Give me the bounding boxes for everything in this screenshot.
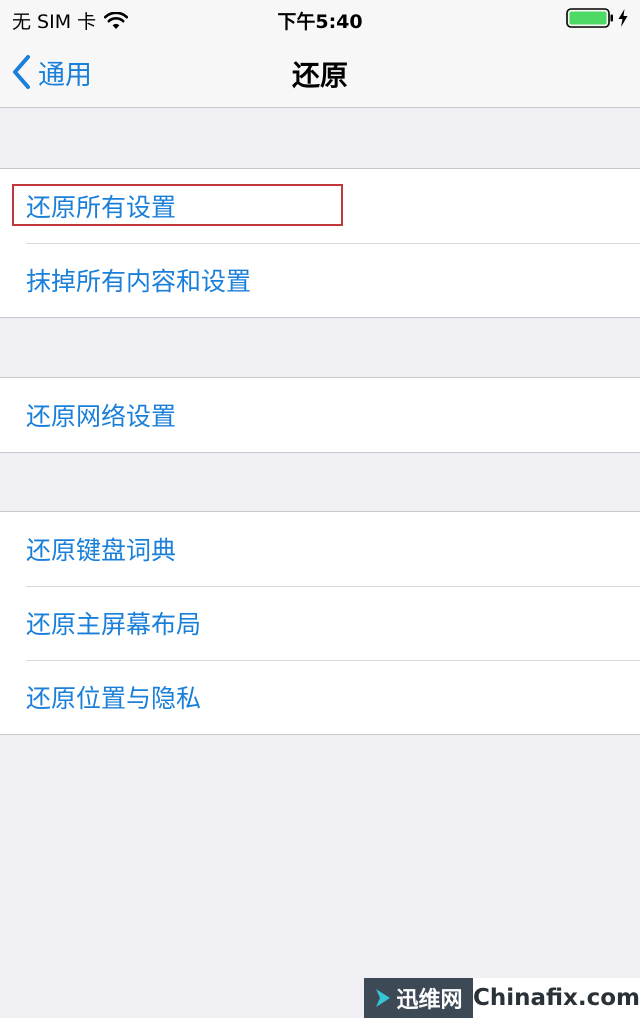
reset-home-screen-layout-label: 还原主屏幕布局 xyxy=(26,610,202,639)
reset-home-screen-layout-item[interactable]: 还原主屏幕布局 xyxy=(0,586,640,660)
battery-icon xyxy=(566,8,613,28)
erase-all-content-label: 抹掉所有内容和设置 xyxy=(26,267,252,296)
watermark-right: Chinafix.com xyxy=(472,978,640,1018)
reset-keyboard-dictionary-item[interactable]: 还原键盘词典 xyxy=(0,512,640,586)
status-bar: 无 SIM 卡 下午5:40 xyxy=(0,0,640,36)
screen: 无 SIM 卡 下午5:40 通用 还原 还原所有设置 抹掉所有内容和设置 还原… xyxy=(0,0,640,1018)
reset-all-settings-label: 还原所有设置 xyxy=(26,193,177,222)
watermark-logo-icon xyxy=(376,989,391,1007)
watermark: 迅维网 Chinafix.com xyxy=(364,978,640,1018)
reset-all-settings-item[interactable]: 还原所有设置 xyxy=(0,169,640,243)
status-clock: 下午5:40 xyxy=(277,11,363,33)
reset-group-3: 还原键盘词典 还原主屏幕布局 还原位置与隐私 xyxy=(0,511,640,735)
battery-group xyxy=(566,8,628,28)
reset-location-privacy-item[interactable]: 还原位置与隐私 xyxy=(0,660,640,734)
reset-group-1: 还原所有设置 抹掉所有内容和设置 xyxy=(0,168,640,318)
reset-location-privacy-label: 还原位置与隐私 xyxy=(26,684,202,713)
reset-network-settings-label: 还原网络设置 xyxy=(26,402,177,431)
page-title: 还原 xyxy=(291,59,348,92)
watermark-left-text: 迅维网 xyxy=(396,988,463,1013)
bolt-icon xyxy=(618,9,628,27)
top-chrome: 无 SIM 卡 下午5:40 通用 还原 xyxy=(0,0,640,108)
navigation-bar: 通用 还原 xyxy=(0,36,640,108)
reset-network-settings-item[interactable]: 还原网络设置 xyxy=(0,378,640,452)
erase-all-content-item[interactable]: 抹掉所有内容和设置 xyxy=(0,243,640,317)
watermark-left: 迅维网 xyxy=(364,978,473,1018)
reset-keyboard-dictionary-label: 还原键盘词典 xyxy=(26,536,177,565)
reset-group-2: 还原网络设置 xyxy=(0,377,640,453)
watermark-right-text: Chinafix.com xyxy=(472,985,640,1011)
